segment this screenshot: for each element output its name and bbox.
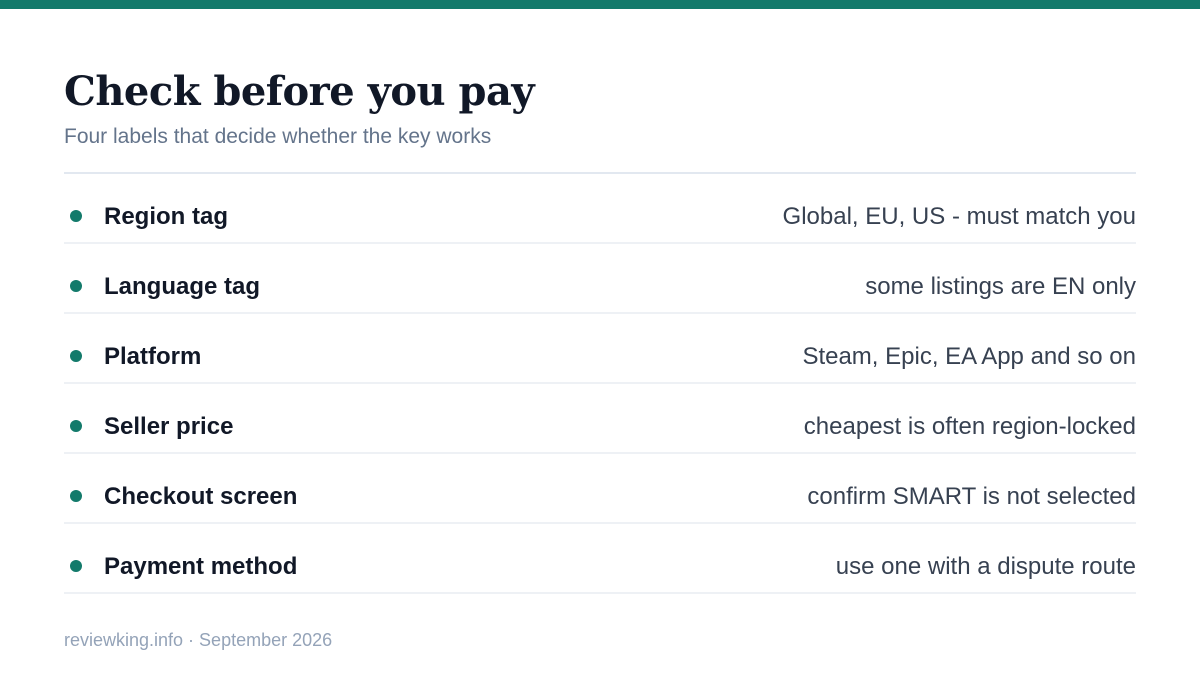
bullet-dot-icon [70, 420, 82, 432]
checklist-item-payment-method: Payment method use one with a dispute ro… [64, 524, 1136, 594]
checklist-item-label: Checkout screen [104, 483, 298, 510]
bullet-dot-icon [70, 490, 82, 502]
checklist-item-note: some listings are EN only [865, 273, 1136, 300]
checklist-item-region-tag: Region tag Global, EU, US - must match y… [64, 174, 1136, 244]
checklist-item-label: Language tag [104, 273, 261, 300]
checklist-item-seller-price: Seller price cheapest is often region-lo… [64, 384, 1136, 454]
bullet-dot-icon [70, 350, 82, 362]
accent-top-bar [0, 0, 1200, 9]
checklist-item-checkout-screen: Checkout screen confirm SMART is not sel… [64, 454, 1136, 524]
checklist-item-note: Steam, Epic, EA App and so on [802, 343, 1136, 370]
bullet-dot-icon [70, 560, 82, 572]
footer-source: reviewking.info · September 2026 [64, 630, 333, 650]
checklist-item-label: Platform [104, 343, 202, 370]
checklist-item-note: use one with a dispute route [835, 553, 1136, 580]
checklist-item-note: Global, EU, US - must match you [782, 203, 1136, 230]
checklist-item-label: Payment method [104, 553, 298, 580]
checklist: Region tag Global, EU, US - must match y… [64, 174, 1136, 594]
page-title: Check before you pay [64, 68, 535, 115]
bullet-dot-icon [70, 210, 82, 222]
checklist-item-note: cheapest is often region-locked [803, 413, 1136, 440]
checklist-item-language-tag: Language tag some listings are EN only [64, 244, 1136, 314]
checklist-item-platform: Platform Steam, Epic, EA App and so on [64, 314, 1136, 384]
page-subtitle: Four labels that decide whether the key … [64, 125, 492, 148]
checklist-item-note: confirm SMART is not selected [807, 483, 1136, 510]
checklist-item-label: Seller price [104, 413, 234, 440]
bullet-dot-icon [70, 280, 82, 292]
page-header: Check before you pay Four labels that de… [64, 66, 1136, 150]
checklist-item-label: Region tag [104, 203, 228, 230]
